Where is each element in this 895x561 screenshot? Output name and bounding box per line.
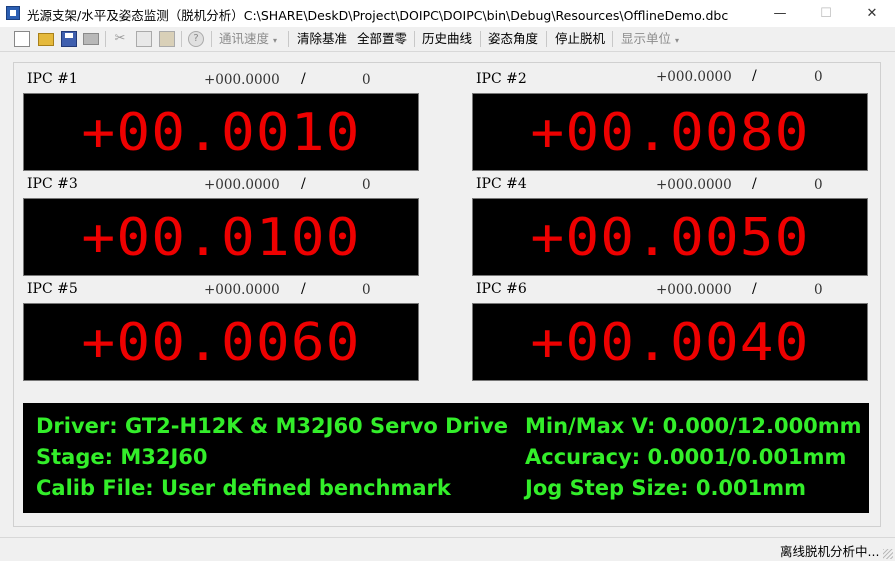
open-folder-icon[interactable] bbox=[38, 33, 54, 46]
display-unit-label: 显示单位 bbox=[621, 31, 672, 46]
calib-file-info: Calib File: User defined benchmark bbox=[36, 476, 451, 500]
stage-info: Stage: M32J60 bbox=[36, 445, 208, 469]
toolbar-separator bbox=[105, 31, 106, 47]
toolbar-separator bbox=[414, 31, 415, 47]
minimize-button[interactable]: — bbox=[757, 0, 803, 27]
print-icon[interactable] bbox=[83, 33, 99, 45]
ipc-5-label: IPC #5 bbox=[27, 281, 78, 297]
ipc-6-separator: / bbox=[752, 281, 757, 297]
minmax-info: Min/Max V: 0.000/12.000mm bbox=[525, 414, 862, 438]
ipc-3-count: 0 bbox=[362, 177, 371, 193]
ipc-5-value: +000.0000 bbox=[204, 282, 280, 298]
copy-icon[interactable] bbox=[136, 31, 152, 47]
display-unit-dropdown[interactable]: 显示单位 ▾ bbox=[621, 30, 679, 49]
toolbar-separator bbox=[612, 31, 613, 47]
ipc-3-value: +000.0000 bbox=[204, 177, 280, 193]
toolbar: ✂ ? 通讯速度 ▾ 清除基准 全部置零 历史曲线 姿态角度 停止脱机 显示单位… bbox=[0, 27, 895, 52]
ipc-2-count: 0 bbox=[814, 69, 823, 85]
driver-info: Driver: GT2-H12K & M32J60 Servo Drive bbox=[36, 414, 509, 438]
ipc-6-display-value: +00.0040 bbox=[530, 313, 810, 373]
ipc-4-separator: / bbox=[752, 176, 757, 192]
ipc-6-value: +000.0000 bbox=[656, 282, 732, 298]
ipc-1-count: 0 bbox=[362, 72, 371, 88]
help-icon[interactable]: ? bbox=[188, 31, 204, 47]
ipc-4-display: +00.0050 bbox=[472, 198, 868, 276]
device-info-panel: Driver: GT2-H12K & M32J60 Servo Drive St… bbox=[23, 403, 869, 513]
status-text: 离线脱机分析中... bbox=[780, 544, 880, 559]
ipc-2-display: +00.0080 bbox=[472, 93, 868, 171]
ipc-6-label: IPC #6 bbox=[476, 281, 527, 297]
title-bar: 光源支架/水平及姿态监测（脱机分析）C:\SHARE\DeskD\Project… bbox=[0, 0, 895, 27]
ipc-5-display-value: +00.0060 bbox=[81, 313, 361, 373]
ipc-4-count: 0 bbox=[814, 177, 823, 193]
maximize-button[interactable]: ☐ bbox=[803, 0, 849, 27]
window-title: 光源支架/水平及姿态监测（脱机分析）C:\SHARE\DeskD\Project… bbox=[27, 8, 729, 23]
comm-speed-label: 通讯速度 bbox=[219, 31, 270, 46]
toolbar-separator bbox=[211, 31, 212, 47]
ipc-1-label: IPC #1 bbox=[27, 71, 78, 87]
ipc-1-display-value: +00.0010 bbox=[81, 103, 361, 163]
ipc-3-label: IPC #3 bbox=[27, 176, 78, 192]
jog-step-info: Jog Step Size: 0.001mm bbox=[525, 476, 807, 500]
accuracy-info: Accuracy: 0.0001/0.001mm bbox=[525, 445, 847, 469]
new-file-icon[interactable] bbox=[14, 31, 30, 47]
app-icon bbox=[6, 6, 20, 20]
ipc-6-display: +00.0040 bbox=[472, 303, 868, 381]
zero-all-button[interactable]: 全部置零 bbox=[357, 30, 407, 47]
status-bar: 离线脱机分析中... bbox=[0, 537, 895, 561]
ipc-2-label: IPC #2 bbox=[476, 71, 527, 87]
cut-icon[interactable]: ✂ bbox=[112, 31, 128, 47]
ipc-1-value: +000.0000 bbox=[204, 72, 280, 88]
ipc-5-display: +00.0060 bbox=[23, 303, 419, 381]
ipc-1-display: +00.0010 bbox=[23, 93, 419, 171]
clear-baseline-button[interactable]: 清除基准 bbox=[297, 30, 347, 47]
ipc-4-value: +000.0000 bbox=[656, 177, 732, 193]
ipc-4-display-value: +00.0050 bbox=[530, 208, 810, 268]
ipc-3-display: +00.0100 bbox=[23, 198, 419, 276]
resize-grip-icon[interactable] bbox=[883, 549, 893, 559]
toolbar-separator bbox=[288, 31, 289, 47]
paste-icon[interactable] bbox=[159, 31, 175, 47]
stop-offline-button[interactable]: 停止脱机 bbox=[555, 30, 605, 47]
toolbar-separator bbox=[181, 31, 182, 47]
ipc-1-separator: / bbox=[301, 71, 306, 87]
ipc-3-display-value: +00.0100 bbox=[81, 208, 361, 268]
toolbar-separator bbox=[480, 31, 481, 47]
chevron-down-icon: ▾ bbox=[273, 36, 278, 45]
ipc-2-value: +000.0000 bbox=[656, 69, 732, 85]
attitude-angle-button[interactable]: 姿态角度 bbox=[488, 30, 538, 47]
save-icon[interactable] bbox=[61, 31, 77, 47]
ipc-3-separator: / bbox=[301, 176, 306, 192]
history-curve-button[interactable]: 历史曲线 bbox=[422, 30, 472, 47]
ipc-6-count: 0 bbox=[814, 282, 823, 298]
ipc-5-count: 0 bbox=[362, 282, 371, 298]
ipc-2-separator: / bbox=[752, 68, 757, 84]
chevron-down-icon: ▾ bbox=[675, 36, 680, 45]
ipc-2-display-value: +00.0080 bbox=[530, 103, 810, 163]
ipc-5-separator: / bbox=[301, 281, 306, 297]
close-button[interactable]: ✕ bbox=[849, 0, 895, 27]
ipc-4-label: IPC #4 bbox=[476, 176, 527, 192]
toolbar-separator bbox=[546, 31, 547, 47]
comm-speed-dropdown[interactable]: 通讯速度 ▾ bbox=[219, 30, 277, 49]
